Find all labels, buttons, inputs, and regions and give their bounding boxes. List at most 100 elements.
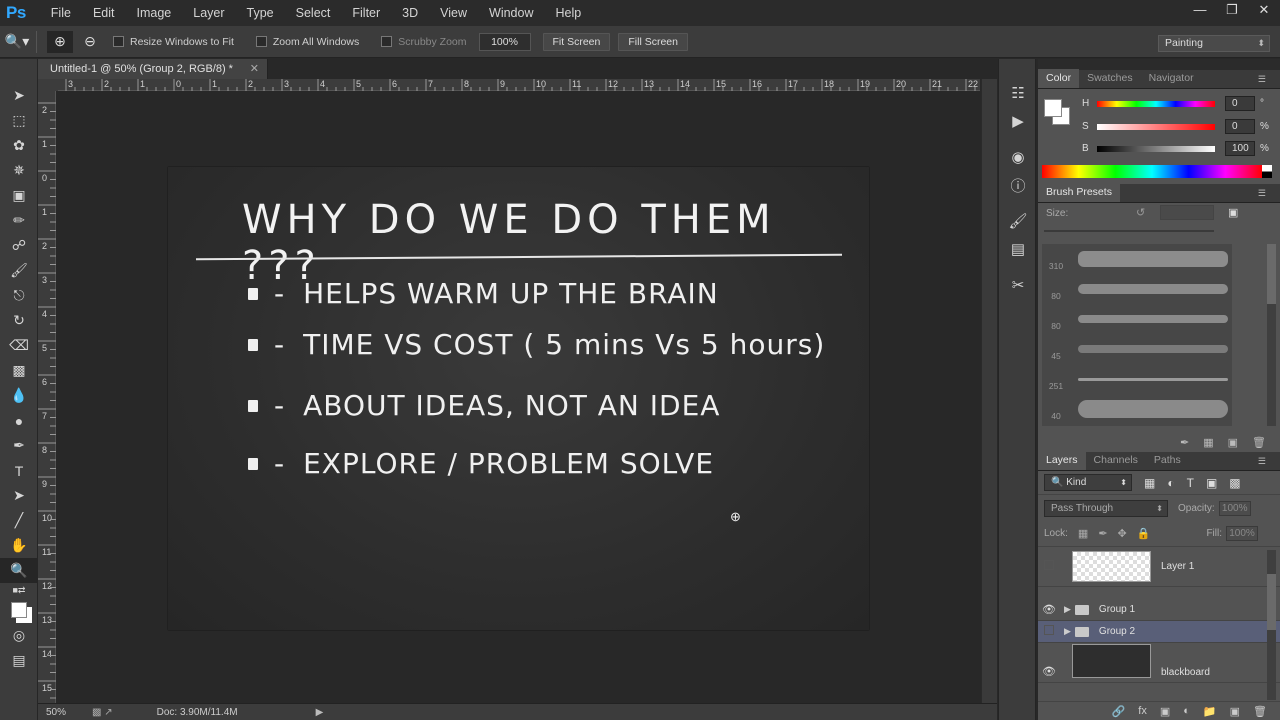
brush-preset[interactable]: 80: [1042, 274, 1232, 304]
lasso-tool-icon[interactable]: ✿: [0, 133, 38, 158]
eraser-tool-icon[interactable]: ⌫: [0, 333, 38, 358]
brush-list-scrollbar[interactable]: [1267, 244, 1276, 426]
color-foreground-swatch[interactable]: [1044, 99, 1062, 117]
zoom-level[interactable]: 50%: [46, 707, 66, 718]
menu-edit[interactable]: Edit: [82, 0, 126, 26]
vertical-ruler[interactable]: 2 1 0 1 2 3 4 5 6 7 8 9 10 11 12 13 14 15: [38, 91, 56, 703]
hue-value[interactable]: 0: [1225, 96, 1255, 111]
brush-preset[interactable]: 45: [1042, 334, 1232, 364]
zoom-tool-preset-icon[interactable]: 🔍▾: [4, 31, 30, 53]
fill-field[interactable]: 100%: [1226, 526, 1259, 541]
delete-preset-icon[interactable]: 🗑: [1252, 436, 1266, 449]
link-layers-icon[interactable]: 🔗: [1112, 705, 1126, 718]
eye-icon[interactable]: 👁: [1038, 665, 1060, 678]
tab-paths[interactable]: Paths: [1146, 451, 1189, 470]
brush-preset[interactable]: 80: [1042, 304, 1232, 334]
fill-screen-button[interactable]: Fill Screen: [618, 32, 688, 51]
menu-type[interactable]: Type: [236, 0, 285, 26]
type-tool-icon[interactable]: T: [0, 458, 38, 483]
actions-panel-icon[interactable]: ▶: [999, 107, 1037, 135]
history-brush-tool-icon[interactable]: ↻: [0, 308, 38, 333]
add-mask-icon[interactable]: ▣: [1160, 705, 1170, 718]
foreground-color-swatch[interactable]: [0, 597, 38, 623]
brush-panel-icon[interactable]: 🖌: [999, 207, 1037, 235]
status-menu-arrow-icon[interactable]: ▶: [316, 707, 324, 718]
brush-preset[interactable]: 40: [1042, 394, 1232, 424]
menu-filter[interactable]: Filter: [341, 0, 391, 26]
marquee-tool-icon[interactable]: ⬚: [0, 108, 38, 133]
menu-view[interactable]: View: [429, 0, 478, 26]
healing-brush-tool-icon[interactable]: ☍: [0, 233, 38, 258]
tab-color[interactable]: Color: [1038, 69, 1080, 88]
layer-visibility-off[interactable]: [1038, 625, 1060, 638]
saturation-slider[interactable]: S 0 %: [1082, 119, 1269, 134]
layer-row[interactable]: Layer 1: [1038, 547, 1280, 587]
filter-pixel-icon[interactable]: ▦: [1144, 476, 1155, 490]
zoom-tool-icon[interactable]: 🔍: [0, 558, 38, 583]
saturation-value[interactable]: 0: [1225, 119, 1255, 134]
quick-mask-icon[interactable]: ◎: [0, 623, 38, 648]
expand-group-icon[interactable]: ▶: [1064, 626, 1071, 637]
foreground-swatch-square[interactable]: [11, 602, 27, 618]
tab-navigator[interactable]: Navigator: [1141, 69, 1202, 88]
tab-layers[interactable]: Layers: [1038, 451, 1086, 470]
saturation-track[interactable]: [1097, 123, 1215, 130]
zoom-in-icon[interactable]: ⊕: [47, 30, 73, 53]
menu-image[interactable]: Image: [126, 0, 183, 26]
new-preset-icon[interactable]: ▣: [1228, 436, 1238, 449]
color-spectrum[interactable]: [1042, 165, 1262, 178]
restore-button[interactable]: ❐: [1216, 0, 1248, 22]
horizontal-ruler[interactable]: 3 2 1 0 1 2 3 4 5 6 7 8 9 10 11 12 13 14 15 16 17 18 19 20 21 22: [58, 79, 980, 91]
brightness-slider[interactable]: B 100 %: [1082, 141, 1269, 156]
zoom-100-button[interactable]: 100%: [478, 32, 531, 51]
layer-row[interactable]: 👁 ▶ Group 1: [1038, 599, 1280, 621]
hue-slider[interactable]: H 0 °: [1082, 96, 1264, 111]
panel-menu-icon[interactable]: ☰: [1250, 70, 1274, 89]
eyedropper-tool-icon[interactable]: ✏: [0, 208, 38, 233]
checkbox-box[interactable]: [113, 36, 124, 47]
path-select-tool-icon[interactable]: ➤: [0, 483, 38, 508]
reset-size-icon[interactable]: ↺: [1136, 206, 1145, 219]
checkbox-box[interactable]: [255, 36, 267, 47]
scroll-thumb[interactable]: [1267, 244, 1276, 304]
gradient-tool-icon[interactable]: ▩: [0, 358, 38, 383]
lock-transparent-icon[interactable]: ▦: [1078, 527, 1088, 540]
blur-tool-icon[interactable]: 💧: [0, 383, 38, 408]
zoom-all-checkbox[interactable]: Zoom All Windows: [255, 36, 359, 48]
status-icons[interactable]: ▩ ↗: [92, 707, 113, 718]
brush-tool-icon[interactable]: 🖌: [0, 258, 38, 283]
screen-mode-icon[interactable]: ▤: [0, 648, 38, 673]
visibility-box[interactable]: [1044, 625, 1054, 635]
clone-stamp-tool-icon[interactable]: ⎋: [0, 283, 38, 308]
zoom-out-icon[interactable]: ⊖: [77, 31, 103, 53]
resize-windows-checkbox[interactable]: Resize Windows to Fit: [113, 36, 234, 48]
open-preset-manager-icon[interactable]: ▦: [1203, 436, 1213, 449]
toggle-brush-panel-icon[interactable]: ✒: [1180, 436, 1189, 449]
brightness-value[interactable]: 100: [1225, 141, 1255, 156]
clone-source-panel-icon[interactable]: ▤: [999, 235, 1037, 263]
pen-tool-icon[interactable]: ✒: [0, 433, 38, 458]
move-tool-icon[interactable]: ➤: [0, 83, 38, 108]
info-panel-icon[interactable]: ⓘ: [999, 171, 1037, 199]
layer-name[interactable]: Layer 1: [1161, 561, 1194, 572]
doc-info[interactable]: Doc: 3.90M/11.4M: [157, 707, 238, 718]
tab-channels[interactable]: Channels: [1086, 451, 1146, 470]
color-spectrum-bw[interactable]: [1262, 165, 1272, 178]
layer-name[interactable]: Group 1: [1099, 604, 1135, 615]
brush-size-field[interactable]: [1160, 205, 1214, 220]
visibility-box[interactable]: [1044, 560, 1054, 570]
filter-smart-object-icon[interactable]: ▩: [1229, 476, 1240, 490]
menu-3d[interactable]: 3D: [391, 0, 429, 26]
brightness-track[interactable]: [1097, 145, 1215, 152]
tab-swatches[interactable]: Swatches: [1079, 69, 1141, 88]
expand-group-icon[interactable]: ▶: [1064, 604, 1071, 615]
filter-shape-icon[interactable]: ▣: [1206, 476, 1217, 490]
new-group-icon[interactable]: 📁: [1203, 705, 1217, 718]
layer-name[interactable]: Group 2: [1099, 626, 1135, 637]
new-layer-icon[interactable]: ▣: [1230, 705, 1240, 718]
menu-select[interactable]: Select: [285, 0, 342, 26]
layer-row-selected[interactable]: ▶ Group 2: [1038, 621, 1280, 643]
lock-pixels-icon[interactable]: ✒: [1098, 527, 1107, 540]
panel-menu-icon[interactable]: ☰: [1250, 184, 1274, 203]
workspace-select[interactable]: Painting: [1158, 35, 1270, 52]
